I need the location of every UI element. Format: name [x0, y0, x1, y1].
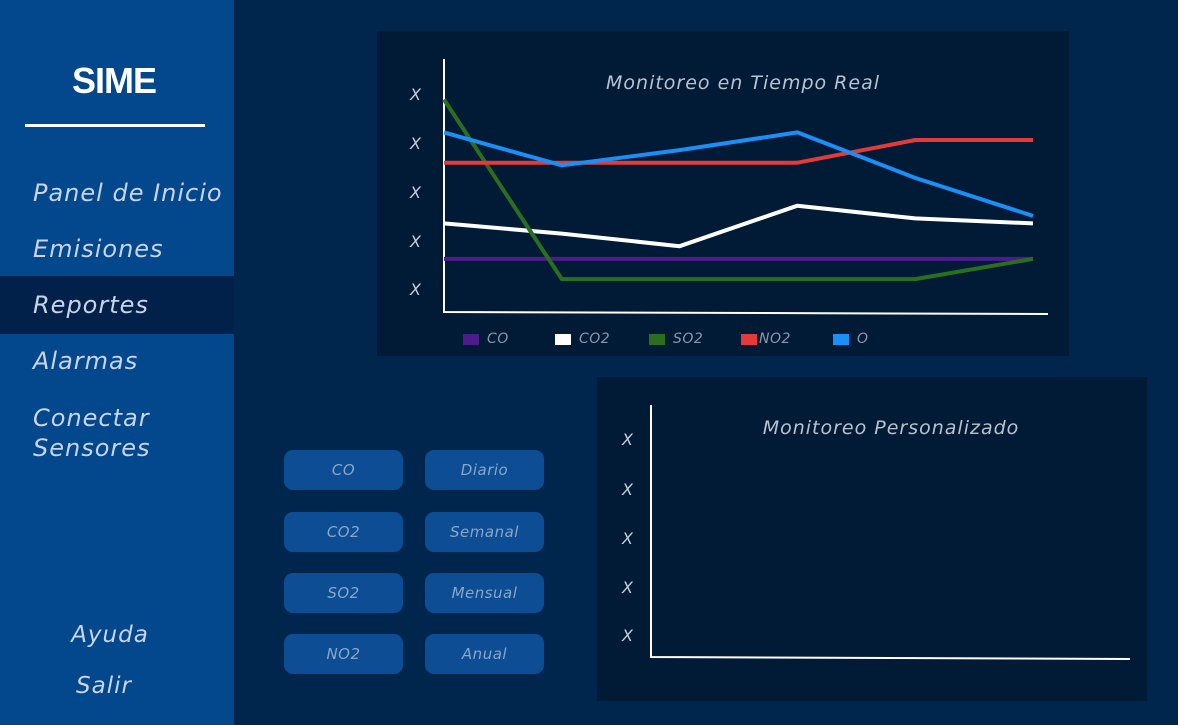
sidebar-item-panel-de-inicio[interactable]: Panel de Inicio	[0, 178, 234, 208]
legend-label-so2: SO2	[673, 331, 704, 347]
series-line-o	[443, 130, 1034, 218]
legend-swatch-co	[463, 333, 479, 345]
legend-label-no2: NO2	[759, 331, 791, 347]
series-line-co2	[443, 203, 1034, 249]
period-anual-button[interactable]: Anual	[425, 634, 544, 674]
sidebar: SIME Panel de Inicio Emisiones Reportes …	[0, 0, 234, 725]
legend-swatch-o	[833, 333, 849, 345]
realtime-axes	[443, 59, 1049, 315]
period-diario-button[interactable]: Diario	[425, 450, 544, 490]
legend-swatch-no2	[741, 333, 757, 345]
filter-so2-button[interactable]: SO2	[284, 573, 403, 613]
legend-label-co: CO	[487, 331, 509, 347]
legend-item-no2: NO2	[741, 331, 791, 347]
sidebar-item-alarmas[interactable]: Alarmas	[0, 346, 234, 376]
legend-label-co2: CO2	[579, 331, 611, 347]
legend-item-co: CO	[463, 331, 509, 347]
exit-link[interactable]: Salir	[0, 673, 208, 699]
period-mensual-button[interactable]: Mensual	[425, 573, 544, 613]
legend-swatch-so2	[649, 333, 665, 345]
filter-no2-button[interactable]: NO2	[284, 634, 403, 674]
filter-co-button[interactable]: CO	[284, 450, 403, 490]
legend-item-o: O	[833, 331, 869, 347]
legend-label-o: O	[857, 331, 869, 347]
sidebar-item-reportes[interactable]: Reportes	[0, 276, 234, 334]
legend-item-co2: CO2	[555, 331, 610, 347]
custom-axes	[650, 405, 1131, 660]
legend-item-so2: SO2	[649, 331, 703, 347]
filter-co2-button[interactable]: CO2	[284, 512, 403, 552]
custom-line-chart	[650, 405, 1131, 660]
sidebar-item-emisiones[interactable]: Emisiones	[0, 234, 234, 264]
series-line-no2	[444, 138, 1033, 165]
app-logo: SIME	[71, 60, 157, 101]
sidebar-item-conectar-sensores[interactable]: Conectar Sensores	[0, 403, 180, 463]
help-link[interactable]: Ayuda	[0, 622, 220, 648]
logo-divider	[25, 124, 205, 127]
realtime-line-chart	[442, 59, 1049, 315]
period-semanal-button[interactable]: Semanal	[425, 512, 544, 552]
legend-swatch-co2	[555, 333, 571, 345]
